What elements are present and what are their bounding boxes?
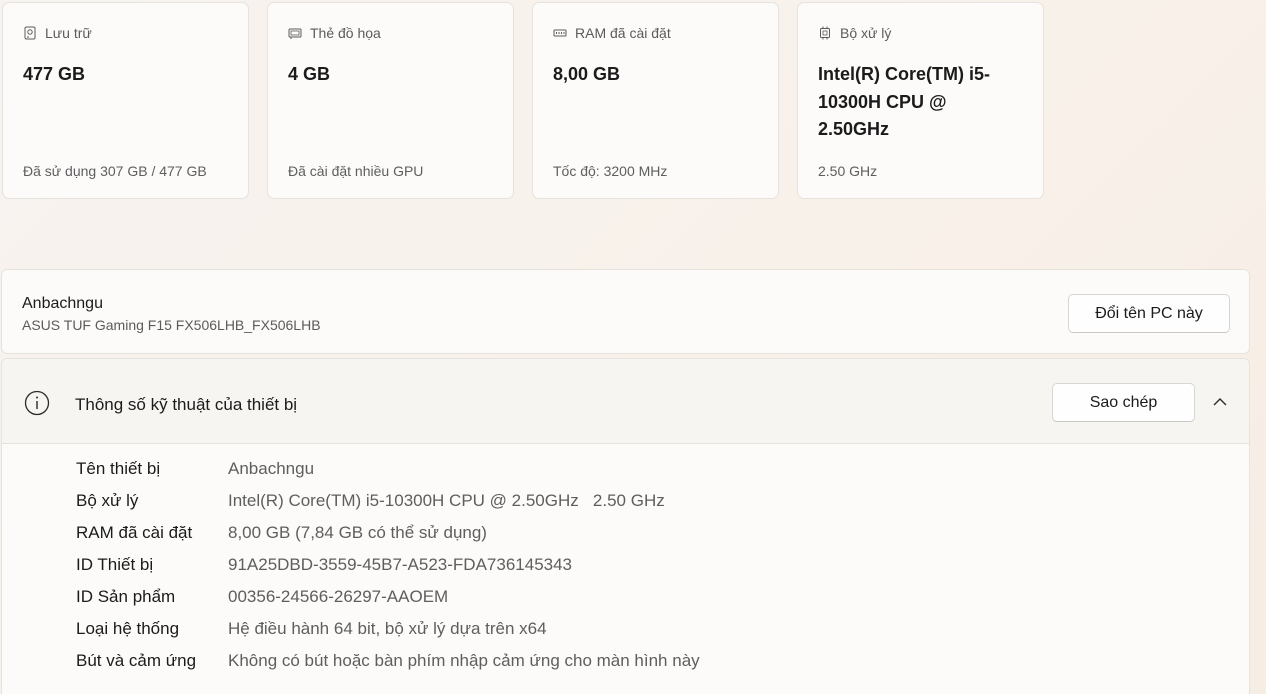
spec-label: Loại hệ thống xyxy=(76,619,180,638)
card-title: RAM đã cài đặt xyxy=(575,25,671,41)
card-value: Intel(R) Core(TM) i5-10300H CPU @ 2.50GH… xyxy=(818,64,990,139)
ram-card[interactable]: RAM đã cài đặt 8,00 GB Tốc độ: 3200 MHz xyxy=(532,2,779,199)
device-specs-list: Tên thiết bị Anbachngu Bộ xử lý Intel(R)… xyxy=(1,444,1250,694)
card-subtitle: Tốc độ: 3200 MHz xyxy=(553,163,668,179)
pc-model: ASUS TUF Gaming F15 FX506LHB_FX506LHB xyxy=(22,317,321,333)
storage-card[interactable]: Lưu trữ 477 GB Đã sử dụng 307 GB / 477 G… xyxy=(2,2,249,199)
card-subtitle: Đã sử dụng 307 GB / 477 GB xyxy=(23,163,207,179)
ram-icon xyxy=(553,29,567,37)
spec-label: Bộ xử lý xyxy=(76,491,139,510)
card-subtitle: Đã cài đặt nhiều GPU xyxy=(288,163,424,179)
spec-value: Intel(R) Core(TM) i5-10300H CPU @ 2.50GH… xyxy=(228,491,665,510)
device-specs-header[interactable]: Thông số kỹ thuật của thiết bị Sao chép xyxy=(1,358,1250,444)
processor-card[interactable]: Bộ xử lý Intel(R) Core(TM) i5-10300H CPU… xyxy=(797,2,1044,199)
pc-name: Anbachngu xyxy=(22,295,103,312)
card-value: 4 GB xyxy=(288,64,331,84)
rename-pc-button[interactable]: Đổi tên PC này xyxy=(1068,294,1230,333)
card-title: Thẻ đồ họa xyxy=(310,25,381,41)
spec-value: 8,00 GB (7,84 GB có thể sử dụng) xyxy=(228,523,487,542)
device-specs-title: Thông số kỹ thuật của thiết bị xyxy=(75,395,298,414)
spec-value: 00356-24566-26297-AAOEM xyxy=(228,587,449,606)
card-subtitle: 2.50 GHz xyxy=(818,163,878,179)
chevron-up-icon[interactable] xyxy=(1212,396,1228,408)
info-icon xyxy=(24,390,50,416)
graphics-card[interactable]: Thẻ đồ họa 4 GB Đã cài đặt nhiều GPU xyxy=(267,2,514,199)
graphics-card-icon xyxy=(288,28,302,39)
processor-chip-icon xyxy=(820,26,830,40)
spec-label: Bút và cảm ứng xyxy=(76,651,197,670)
spec-label: ID Sản phẩm xyxy=(76,587,176,606)
copy-button[interactable]: Sao chép xyxy=(1052,383,1195,422)
spec-value: Hệ điều hành 64 bit, bộ xử lý dựa trên x… xyxy=(228,619,547,638)
spec-label: RAM đã cài đặt xyxy=(76,523,193,542)
spec-label: ID Thiết bị xyxy=(76,555,154,574)
card-value: 8,00 GB xyxy=(553,64,621,84)
storage-drive-icon xyxy=(24,26,36,40)
spec-value: 91A25DBD-3559-45B7-A523-FDA736145343 xyxy=(228,555,573,574)
spec-label: Tên thiết bị xyxy=(76,459,161,478)
card-title: Lưu trữ xyxy=(45,25,92,41)
spec-value: Anbachngu xyxy=(228,459,315,478)
card-title: Bộ xử lý xyxy=(840,25,892,41)
card-value: 477 GB xyxy=(23,64,86,84)
pc-name-panel: Anbachngu ASUS TUF Gaming F15 FX506LHB_F… xyxy=(1,269,1250,354)
spec-value: Không có bút hoặc bàn phím nhập cảm ứng … xyxy=(228,651,700,670)
